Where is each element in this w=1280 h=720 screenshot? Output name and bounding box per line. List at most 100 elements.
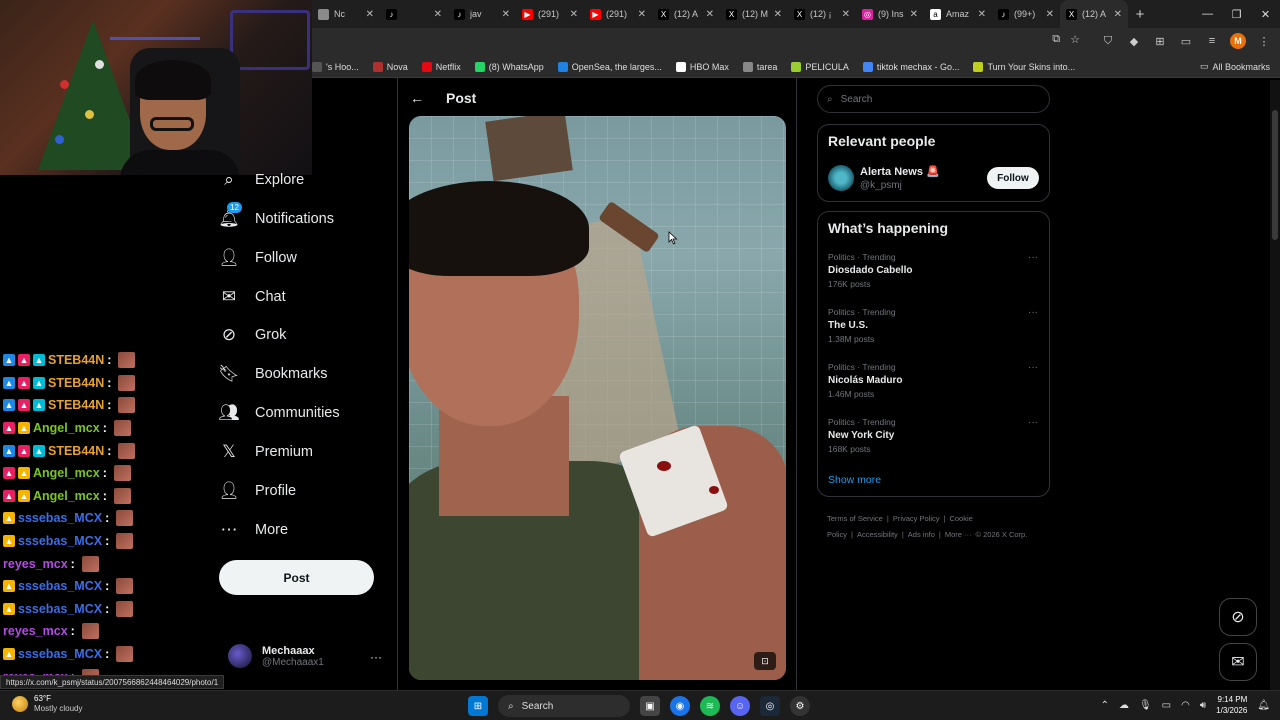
tab-close-icon[interactable]: ✕: [434, 9, 442, 20]
nav-item-follow[interactable]: 👤︎ Follow: [218, 247, 297, 269]
app-icon[interactable]: ⚙: [790, 696, 810, 716]
taskbar-search[interactable]: ⌕ Search: [498, 695, 630, 717]
tab-close-icon[interactable]: ✕: [366, 9, 374, 20]
avatar[interactable]: [828, 165, 854, 191]
chrome-icon[interactable]: ◉: [670, 696, 690, 716]
maximize-icon[interactable]: ❐: [1222, 0, 1251, 28]
browser-tab[interactable]: X (12) M ✕: [720, 0, 788, 28]
tab-close-icon[interactable]: ✕: [978, 9, 986, 20]
grok-icon[interactable]: ⊘: [1219, 598, 1257, 636]
volume-icon[interactable]: 🔊︎: [1200, 700, 1206, 711]
menu-icon[interactable]: ⋮: [1256, 33, 1272, 49]
close-icon[interactable]: ✕: [1251, 0, 1280, 28]
wifi-icon[interactable]: ◠: [1181, 700, 1190, 711]
post-button[interactable]: Post: [219, 560, 374, 595]
bookmark-item[interactable]: tarea: [742, 61, 777, 72]
profile-avatar[interactable]: M: [1230, 33, 1246, 49]
all-bookmarks[interactable]: ▭ All Bookmarks: [1200, 61, 1270, 72]
nav-item-notifications[interactable]: 🔔︎ 12 Notifications: [218, 202, 334, 230]
notification-bell-icon[interactable]: 🔔︎: [1257, 700, 1270, 711]
more-options-icon[interactable]: ···: [1028, 252, 1038, 263]
spotify-icon[interactable]: ≋: [700, 696, 720, 716]
trend-item[interactable]: Politics · Trending New York City 168K pos…: [828, 417, 1038, 454]
bookmark-item[interactable]: Nova: [372, 61, 408, 72]
sidepanel-icon[interactable]: ▭: [1178, 33, 1194, 49]
bookmark-item[interactable]: (8) WhatsApp: [474, 61, 544, 72]
relevant-user-name[interactable]: Alerta News 🚨: [860, 165, 940, 178]
browser-tab[interactable]: ♪ ✕: [380, 0, 448, 28]
tab-close-icon[interactable]: ✕: [570, 9, 578, 20]
bookmark-item[interactable]: PELICULA: [791, 61, 849, 72]
browser-tab[interactable]: ♪ (99+) ✕: [992, 0, 1060, 28]
nav-item-chat[interactable]: ✉ Chat: [218, 286, 286, 308]
tab-close-icon[interactable]: ✕: [638, 9, 646, 20]
minimize-icon[interactable]: —: [1193, 0, 1222, 28]
nav-item-grok[interactable]: ⊘ Grok: [218, 324, 287, 346]
tab-close-icon[interactable]: ✕: [502, 9, 510, 20]
task-view-icon[interactable]: ▣: [640, 696, 660, 716]
scrollbar-thumb[interactable]: [1272, 110, 1278, 240]
back-arrow-icon[interactable]: ←: [400, 90, 434, 106]
nav-item-profile[interactable]: 👤︎ Profile: [218, 480, 296, 502]
browser-tab[interactable]: X (12) A ✕: [1060, 0, 1128, 28]
tab-close-icon[interactable]: ✕: [910, 9, 918, 20]
more-options-icon[interactable]: ···: [1028, 417, 1038, 428]
nav-item-premium[interactable]: 𝕏 Premium: [218, 441, 313, 463]
more-options-icon[interactable]: ···: [1028, 362, 1038, 373]
browser-tab[interactable]: a Amaz ✕: [924, 0, 992, 28]
browser-tab[interactable]: X (12) ¡ ✕: [788, 0, 856, 28]
nav-item-explore[interactable]: ⌕ Explore: [218, 169, 304, 191]
trend-item[interactable]: Politics · Trending Nicolás Maduro 1.46M p…: [828, 362, 1038, 399]
show-more-link[interactable]: Show more: [828, 474, 881, 486]
messages-icon[interactable]: ✉: [1219, 643, 1257, 681]
post-photo[interactable]: ⊡: [409, 116, 786, 680]
search-input[interactable]: ⌕ Search: [817, 85, 1050, 113]
browser-tab[interactable]: ▶ (291) ✕: [584, 0, 652, 28]
tab-close-icon[interactable]: ✕: [774, 9, 782, 20]
account-switcher[interactable]: Mechaaax @Mechaaax1: [228, 644, 324, 668]
windows-start-icon[interactable]: ⊞: [468, 696, 488, 716]
bookmark-item[interactable]: Netflix: [421, 61, 461, 72]
tab-close-icon[interactable]: ✕: [706, 9, 714, 20]
browser-tab[interactable]: ♪ jav ✕: [448, 0, 516, 28]
bookmark-item[interactable]: 's Hoo...: [312, 61, 359, 72]
trend-item[interactable]: Politics · Trending Diosdado Cabello 176K …: [828, 252, 1038, 289]
shield-icon[interactable]: ⛉: [1100, 33, 1116, 49]
nav-item-more[interactable]: ⋯ More: [218, 519, 289, 541]
install-icon[interactable]: ⧉: [1052, 33, 1060, 46]
bookmark-item[interactable]: Turn Your Skins into...: [973, 61, 1075, 72]
display-icon[interactable]: ▭: [1162, 700, 1171, 711]
more-options-icon[interactable]: ···: [1028, 307, 1038, 318]
bookmark-item[interactable]: OpenSea, the larges...: [557, 61, 662, 72]
steam-icon[interactable]: ◎: [760, 696, 780, 716]
footer-link[interactable]: Terms of Service: [827, 514, 883, 523]
weather-widget[interactable]: 63°F Mostly cloudy: [12, 694, 82, 713]
scrollbar[interactable]: [1270, 80, 1280, 690]
clock[interactable]: 9:14 PM 1/3/2026: [1216, 694, 1247, 716]
footer-link[interactable]: © 2026 X Corp.: [976, 530, 1028, 539]
tab-close-icon[interactable]: ✕: [1114, 9, 1122, 20]
puzzle-icon[interactable]: ⊞: [1152, 33, 1168, 49]
bookmark-item[interactable]: tiktok mechax - Go...: [862, 61, 959, 72]
tab-close-icon[interactable]: ✕: [842, 9, 850, 20]
cloud-icon[interactable]: ☁: [1119, 700, 1129, 711]
footer-link[interactable]: Accessibility: [857, 530, 898, 539]
trend-item[interactable]: Politics · Trending The U.S. 1.38M posts ··…: [828, 307, 1038, 344]
footer-link[interactable]: Ads info: [908, 530, 935, 539]
browser-tab[interactable]: Nc ✕: [312, 0, 380, 28]
extension-icon[interactable]: ◆: [1126, 33, 1142, 49]
bookmark-item[interactable]: HBO Max: [675, 61, 729, 72]
tab-close-icon[interactable]: ✕: [1046, 9, 1054, 20]
discord-icon[interactable]: ☺: [730, 696, 750, 716]
follow-button[interactable]: Follow: [987, 167, 1039, 189]
nav-item-communities[interactable]: 👥︎ Communities: [218, 402, 339, 424]
star-icon[interactable]: ☆: [1070, 33, 1080, 46]
browser-tab[interactable]: X (12) A ✕: [652, 0, 720, 28]
new-tab-button[interactable]: +: [1128, 6, 1152, 23]
browser-tab[interactable]: ◎ (9) Ins ✕: [856, 0, 924, 28]
nav-item-bookmarks[interactable]: 🔖︎ Bookmarks: [218, 363, 327, 385]
footer-link[interactable]: More ···: [945, 530, 972, 539]
footer-link[interactable]: Privacy Policy: [893, 514, 940, 523]
image-options-icon[interactable]: ⊡: [754, 652, 776, 670]
media-icon[interactable]: ≡: [1204, 33, 1220, 49]
